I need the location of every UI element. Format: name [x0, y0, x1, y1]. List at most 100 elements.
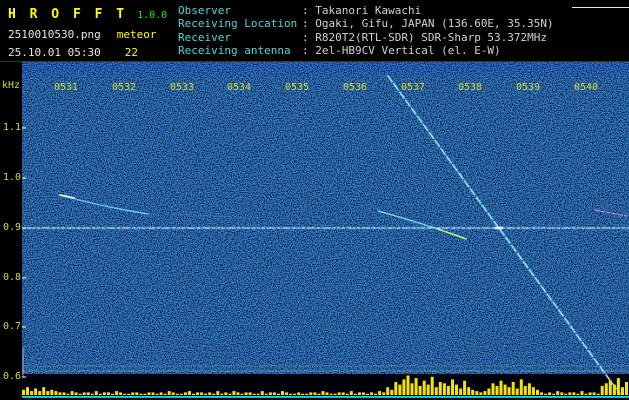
meter-bar [34, 388, 38, 395]
y-tick-label: 0.8 [3, 272, 22, 283]
meter-bar [353, 393, 357, 395]
meter-bar [42, 387, 46, 395]
info-label: Receiver [178, 30, 231, 44]
meter-bar [216, 391, 220, 395]
meter-bar [62, 392, 66, 395]
meter-bar [430, 376, 434, 395]
info-row: Receiver: R820T2(RTL-SDR) SDR-Sharp 53.3… [178, 31, 554, 44]
meter-bar [256, 393, 260, 395]
header-row-time: 25.10.01 05:30 22 [8, 41, 138, 60]
header-row-title: H R O F F T 1.0.0 [8, 3, 167, 22]
echo-count: 22 [124, 46, 138, 59]
top-right-marker-line [572, 7, 629, 8]
meter-bar [491, 383, 495, 395]
top-noise-band [22, 62, 629, 75]
meter-bar [171, 392, 175, 395]
meter-bar [588, 392, 592, 395]
app-title: H R O F F T [8, 7, 128, 22]
meter-bar [123, 393, 127, 395]
spectrogram-noise [22, 62, 629, 374]
meter-bar [297, 392, 301, 395]
meter-bar [515, 388, 519, 395]
meter-bar [592, 392, 596, 395]
y-tick-label: 1.0 [3, 172, 22, 183]
meter-bar [507, 387, 511, 395]
meter-bar [127, 393, 131, 395]
x-tick-label: 0536 [343, 82, 367, 93]
meter-bar [503, 384, 507, 395]
y-tick-label: 0.7 [3, 321, 22, 332]
meter-bar [163, 393, 167, 395]
meter-bar [293, 393, 297, 395]
meter-bar [232, 391, 236, 395]
meter-bar [426, 384, 430, 395]
meter-bar [151, 392, 155, 395]
x-tick-label: 0537 [401, 82, 425, 93]
meter-bar [82, 392, 86, 395]
meter-bar [179, 393, 183, 395]
x-tick-label: 0540 [574, 82, 598, 93]
info-row: Receiving antenna: 2el-HB9CV Vertical (e… [178, 44, 554, 57]
spectrogram: 0531 0532 0533 0534 0535 0536 0537 0538 0539 0540 [22, 62, 629, 400]
meter-bar [281, 391, 284, 395]
meter-bar [345, 393, 349, 395]
meter-bar [552, 393, 556, 395]
meter-bar [38, 391, 42, 395]
meter-bar [544, 393, 548, 395]
meter-bar [196, 392, 199, 395]
x-tick-label: 0534 [227, 82, 251, 93]
meter-bar [580, 391, 584, 395]
x-tick-label: 0535 [285, 82, 309, 93]
meter-bar [236, 392, 240, 395]
y-tick-label: 1.1 [3, 122, 22, 133]
info-value: R820T2(RTL-SDR) SDR-Sharp 53.372MHz [315, 30, 548, 44]
info-colon: : [302, 30, 316, 44]
meter-bar [467, 387, 471, 395]
meter-bar [192, 393, 195, 395]
meter-bar [204, 393, 208, 395]
meter-bar [333, 393, 337, 395]
meter-bar [349, 391, 353, 395]
meter-bar [438, 382, 442, 395]
meter-bar [459, 388, 463, 395]
meter-bar [479, 392, 483, 395]
meter-bar [621, 387, 624, 395]
meter-bar [540, 392, 543, 395]
meter-bar [70, 391, 74, 395]
y-tick-label: 0.6 [3, 371, 22, 382]
meter-bar [370, 392, 373, 395]
meter-bar [531, 387, 535, 395]
meter-bar [604, 383, 608, 395]
meter-bar [451, 379, 454, 395]
meter-bar [422, 380, 426, 395]
info-colon: : [302, 4, 316, 17]
meter-bar [167, 391, 171, 395]
meter-bar [58, 392, 62, 395]
meter-bar [46, 391, 50, 395]
output-filename: 2510010530.png [8, 28, 101, 41]
meter-bar [455, 384, 458, 395]
mode-label: meteor [116, 28, 157, 41]
meter-bar [329, 393, 333, 395]
meter-bar [527, 383, 531, 395]
meter-bar [536, 389, 539, 395]
meter-bar [30, 391, 34, 395]
meter-bar [560, 392, 564, 395]
meter-bar [289, 393, 293, 395]
meter-bar [22, 389, 25, 395]
x-tick-label: 0539 [516, 82, 540, 93]
meter-bar [382, 392, 386, 395]
x-tick-label: 0538 [458, 82, 482, 93]
meter-bar [102, 392, 106, 395]
meter-bar [264, 393, 268, 395]
x-tick-label: 0531 [54, 82, 78, 93]
meter-bar [374, 393, 378, 395]
hrofft-window: H R O F F T 1.0.0 2510010530.png meteor 25… [0, 0, 629, 400]
meter-bar [187, 391, 191, 395]
meter-bar [212, 393, 216, 395]
meter-bar [361, 392, 365, 395]
meter-bar [390, 389, 394, 395]
meter-baseline [22, 396, 629, 398]
meter-bar [523, 385, 527, 395]
meter-bar [155, 393, 159, 395]
